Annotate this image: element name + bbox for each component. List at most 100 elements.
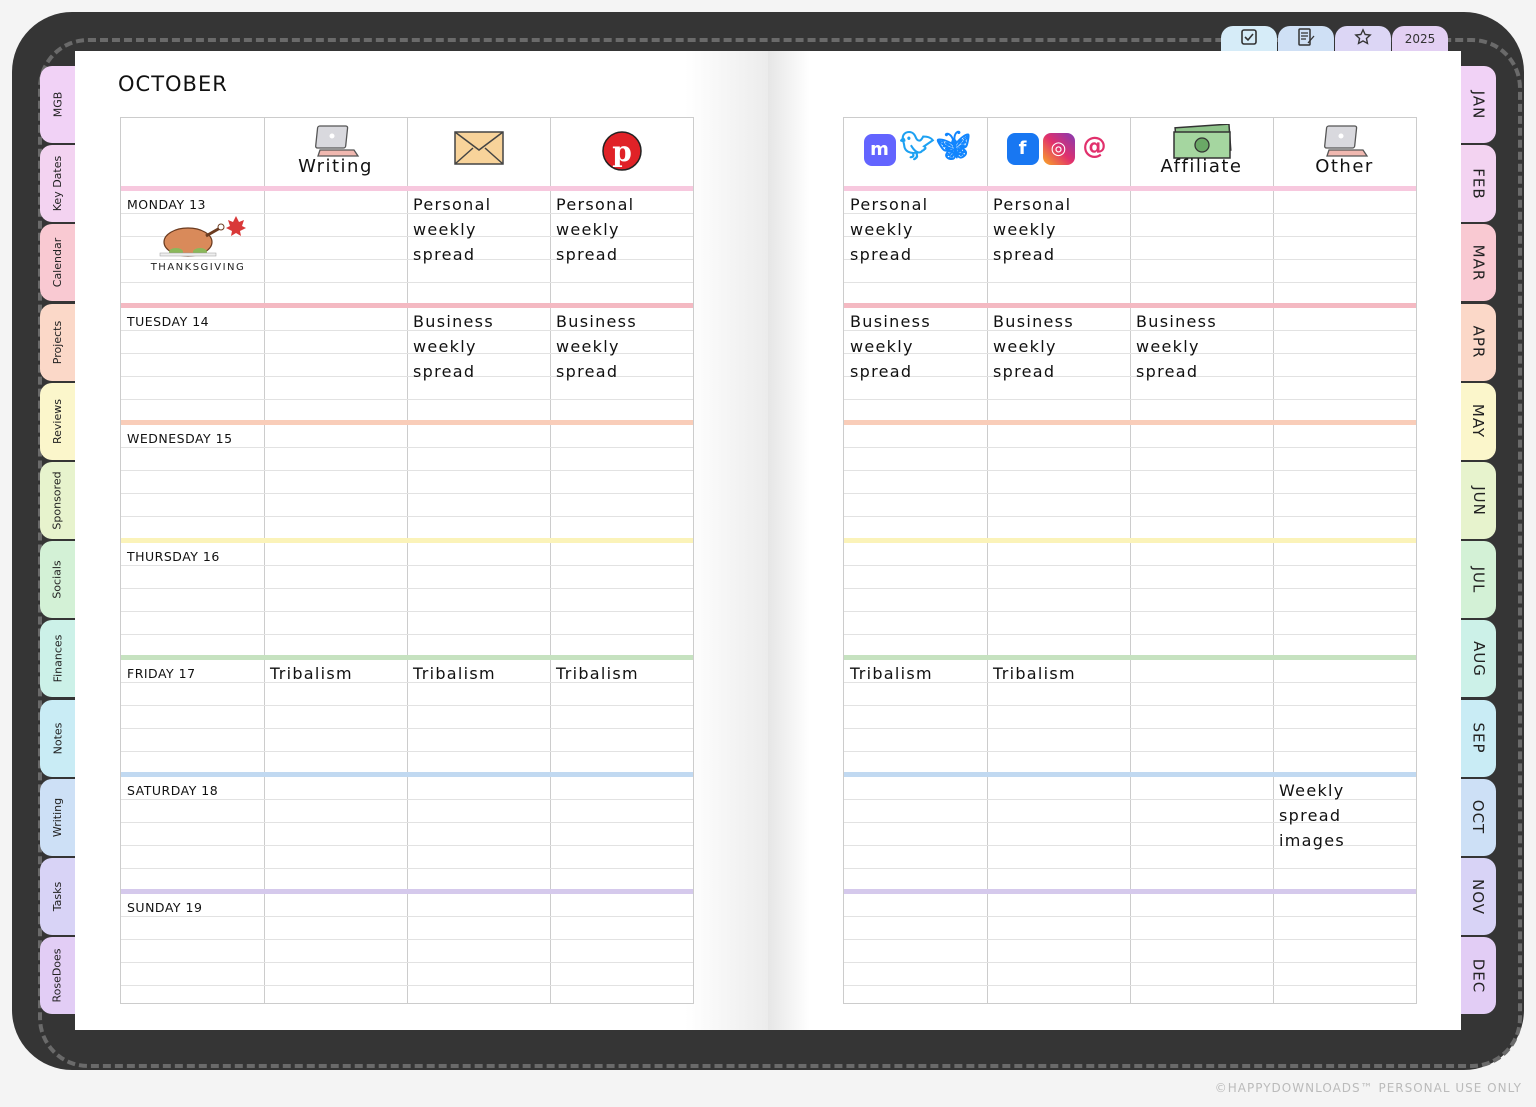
ruled-line xyxy=(121,516,693,518)
day-label: FRIDAY 17 xyxy=(127,665,196,681)
tab-label: OCT xyxy=(1469,800,1488,835)
tab-jan[interactable]: JAN xyxy=(1461,66,1496,143)
tab-oct[interactable]: OCT xyxy=(1461,778,1496,856)
planner-cell[interactable]: Tribalism xyxy=(264,661,407,686)
planner-cell[interactable]: Business weekly spread xyxy=(844,309,987,384)
ruled-line xyxy=(121,916,693,918)
tab-calendar[interactable]: Calendar xyxy=(40,224,75,302)
tab-finances[interactable]: Finances xyxy=(40,620,75,698)
tab-label: AUG xyxy=(1469,640,1488,677)
tab-label: JUN xyxy=(1469,485,1488,516)
tab-label: Sponsored xyxy=(51,471,65,530)
ruled-line xyxy=(844,985,1416,987)
day-row: Personal weekly spread Personal weekly sp… xyxy=(844,186,1416,303)
tab-tasks[interactable]: Tasks xyxy=(40,858,75,935)
tab-notes[interactable]: Notes xyxy=(40,699,75,777)
thanksgiving-sticker: THANKSGIVING xyxy=(143,214,253,273)
planner-cell[interactable]: Business weekly spread xyxy=(550,309,693,384)
tab-label: RoseDoes xyxy=(51,948,65,1003)
notes-icon-tab[interactable] xyxy=(1278,26,1334,51)
checkbox-icon-tab[interactable] xyxy=(1221,26,1277,51)
day-row: FRIDAY 17 Tribalism Tribalism Tribalism xyxy=(121,654,693,772)
tab-sponsored[interactable]: Sponsored xyxy=(40,462,75,539)
star-icon-tab[interactable] xyxy=(1335,26,1391,51)
tab-projects[interactable]: Projects xyxy=(40,303,75,381)
day-row: SUNDAY 19 xyxy=(121,889,693,1006)
ruled-line xyxy=(844,916,1416,918)
ruled-line xyxy=(844,750,1416,752)
tab-socials[interactable]: Socials xyxy=(40,541,75,619)
planner-cell[interactable]: Personal weekly spread xyxy=(407,192,550,267)
ruled-line xyxy=(121,470,693,472)
tab-dec[interactable]: DEC xyxy=(1461,937,1496,1015)
ruled-line xyxy=(121,822,693,823)
planner-cell[interactable]: Tribalism xyxy=(550,661,693,686)
right-weekly-grid: m 🐦︎🦋︎ f ◎ @ Affiliate Other Personal weekly sp… xyxy=(843,117,1417,1004)
tab-reviews[interactable]: Reviews xyxy=(40,382,75,460)
planner-cell[interactable]: Tribalism xyxy=(987,661,1130,686)
tab-feb[interactable]: FEB xyxy=(1461,145,1496,223)
year-2025-tab[interactable]: 2025 xyxy=(1392,26,1448,51)
page-title: OCTOBER xyxy=(118,72,228,96)
day-row: MONDAY 13 THANKSGIVING Personal weekly spr… xyxy=(121,186,693,303)
notes-icon xyxy=(1296,28,1316,49)
planner-cell[interactable]: Business weekly spread xyxy=(407,309,550,384)
turkey-icon xyxy=(159,216,246,257)
ruled-line xyxy=(121,610,693,612)
tab-aug[interactable]: AUG xyxy=(1461,620,1496,698)
tab-rosedoes[interactable]: RoseDoes xyxy=(40,937,75,1015)
day-row: Tribalism Tribalism xyxy=(844,654,1416,772)
ruled-line xyxy=(121,399,693,401)
day-color-bar xyxy=(844,186,1416,191)
planner-cell[interactable]: Business weekly spread xyxy=(987,309,1130,384)
planner-cell[interactable]: Personal weekly spread xyxy=(987,192,1130,267)
day-color-bar xyxy=(844,537,1416,543)
planner-cell[interactable]: Weekly spread images xyxy=(1273,778,1416,853)
day-row: Weekly spread images xyxy=(844,772,1416,889)
watermark: ©HAPPYDOWNLOADS™ PERSONAL USE ONLY xyxy=(1214,1081,1522,1095)
day-label: THURSDAY 16 xyxy=(127,548,220,564)
year-label: 2025 xyxy=(1404,31,1436,46)
ruled-line xyxy=(121,727,693,729)
thanksgiving-label: THANKSGIVING xyxy=(150,262,246,273)
envelope-icon xyxy=(407,130,550,170)
planner-cell[interactable]: Personal weekly spread xyxy=(550,192,693,267)
ruled-line xyxy=(844,470,1416,472)
tab-label: MAY xyxy=(1469,404,1488,439)
ruled-line xyxy=(121,845,693,846)
day-label: WEDNESDAY 15 xyxy=(127,431,233,447)
ruled-line xyxy=(844,610,1416,612)
tab-label: Key Dates xyxy=(51,155,64,212)
tab-label: Writing xyxy=(51,797,65,837)
tab-jun[interactable]: JUN xyxy=(1461,462,1496,539)
ruled-line xyxy=(121,633,693,635)
tab-mgb[interactable]: MGB xyxy=(40,66,75,143)
day-color-bar xyxy=(121,889,693,895)
tab-jul[interactable]: JUL xyxy=(1461,541,1496,619)
tab-nov[interactable]: NOV xyxy=(1461,858,1496,935)
planner-cell[interactable]: Business weekly spread xyxy=(1130,309,1273,384)
ruled-line xyxy=(121,939,693,941)
day-color-bar xyxy=(844,889,1416,895)
ruled-line xyxy=(121,868,693,869)
tab-label: APR xyxy=(1469,325,1488,359)
tab-apr[interactable]: APR xyxy=(1461,303,1496,381)
ruled-line xyxy=(844,447,1416,449)
day-label: SATURDAY 18 xyxy=(127,783,219,798)
day-color-bar xyxy=(844,654,1416,660)
ruled-line xyxy=(844,493,1416,495)
tab-label: Tasks xyxy=(50,881,64,912)
tab-sep[interactable]: SEP xyxy=(1461,699,1496,777)
day-color-bar xyxy=(121,186,693,191)
day-row xyxy=(844,420,1416,537)
tab-label: DEC xyxy=(1469,958,1488,993)
tab-mar[interactable]: MAR xyxy=(1461,224,1496,302)
tab-key-dates[interactable]: Key Dates xyxy=(40,145,75,223)
planner-cell[interactable]: Tribalism xyxy=(844,661,987,686)
pinterest-icon: p xyxy=(550,130,693,176)
tab-writing[interactable]: Writing xyxy=(40,778,75,856)
planner-cell[interactable]: Personal weekly spread xyxy=(844,192,987,267)
tab-may[interactable]: MAY xyxy=(1461,382,1496,460)
day-row: Business weekly spread Business weekly sp… xyxy=(844,303,1416,420)
planner-cell[interactable]: Tribalism xyxy=(407,661,550,686)
